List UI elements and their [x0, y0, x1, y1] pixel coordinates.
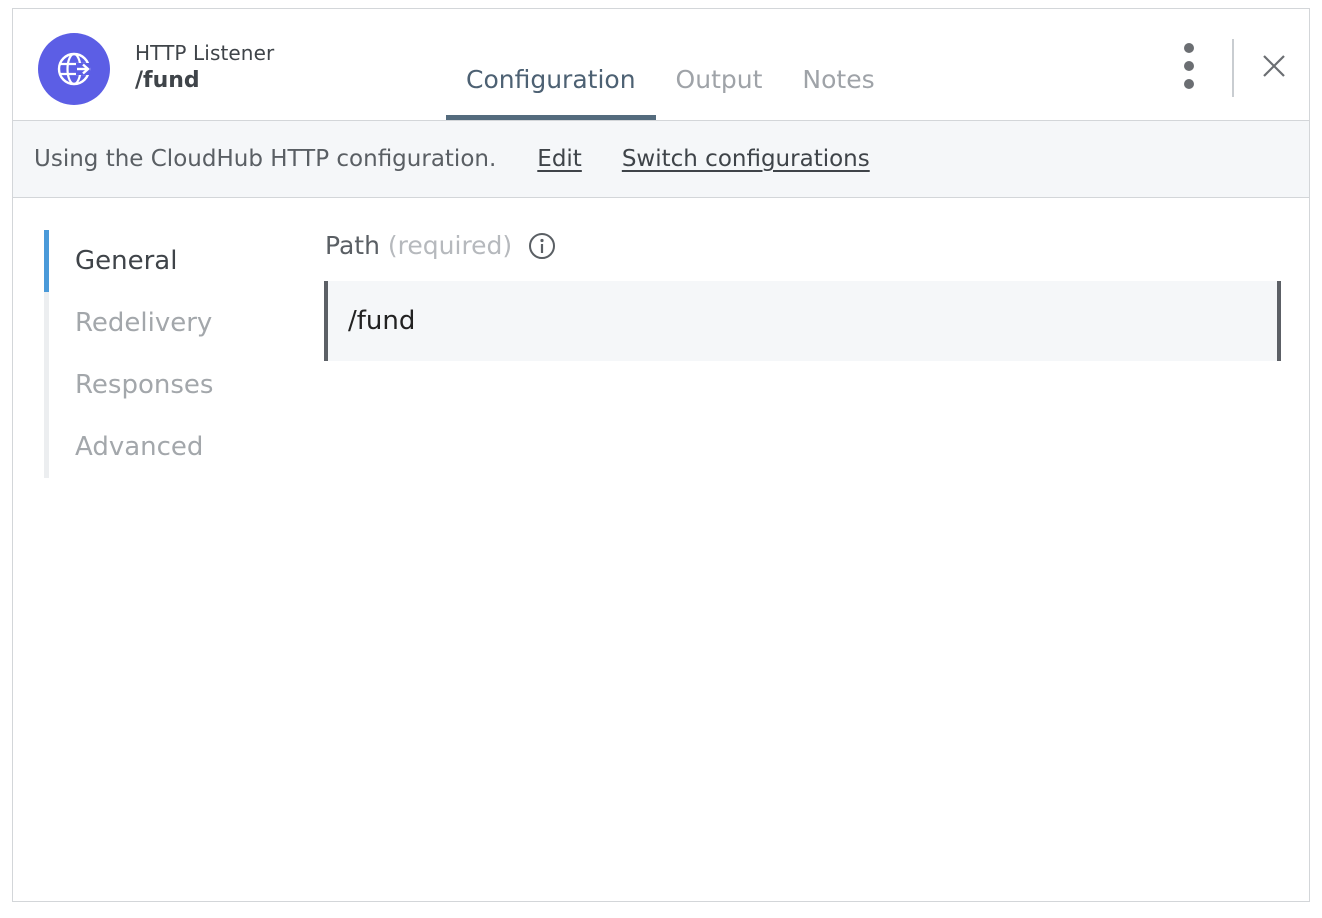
tab-bar: Configuration Output Notes [446, 59, 895, 121]
component-title: /fund [135, 68, 200, 93]
menu-dot [1184, 43, 1194, 53]
path-input[interactable] [324, 281, 1281, 361]
tab-output[interactable]: Output [656, 59, 783, 114]
required-hint: (required) [387, 231, 513, 260]
panel-header: HTTP Listener /fund Configuration Output… [13, 9, 1309, 121]
component-avatar [38, 33, 110, 105]
configuration-bar: Using the CloudHub HTTP configuration. E… [13, 120, 1309, 198]
more-options-icon[interactable] [1179, 43, 1199, 89]
info-icon[interactable] [528, 232, 556, 260]
edit-link[interactable]: Edit [537, 146, 582, 172]
nav-item-general[interactable]: General [44, 230, 279, 292]
close-button[interactable] [1259, 51, 1289, 81]
menu-dot [1184, 79, 1194, 89]
menu-dot [1184, 61, 1194, 71]
nav-item-redelivery[interactable]: Redelivery [44, 292, 279, 354]
header-divider [1232, 39, 1234, 97]
path-field-label: Path (required) [325, 231, 556, 260]
component-type: HTTP Listener [135, 41, 275, 65]
configuration-status: Using the CloudHub HTTP configuration. [34, 146, 497, 172]
nav-item-advanced[interactable]: Advanced [44, 416, 279, 478]
path-label: Path [325, 231, 380, 260]
globe-arrow-icon [57, 52, 91, 86]
close-icon [1263, 55, 1285, 77]
title-block: HTTP Listener /fund [135, 41, 274, 95]
listener-config-panel: HTTP Listener /fund Configuration Output… [12, 8, 1310, 902]
tab-configuration[interactable]: Configuration [446, 59, 656, 120]
nav-item-responses[interactable]: Responses [44, 354, 279, 416]
switch-configurations-link[interactable]: Switch configurations [622, 146, 870, 172]
section-nav: General Redelivery Responses Advanced [44, 230, 279, 478]
tab-notes[interactable]: Notes [782, 59, 894, 114]
